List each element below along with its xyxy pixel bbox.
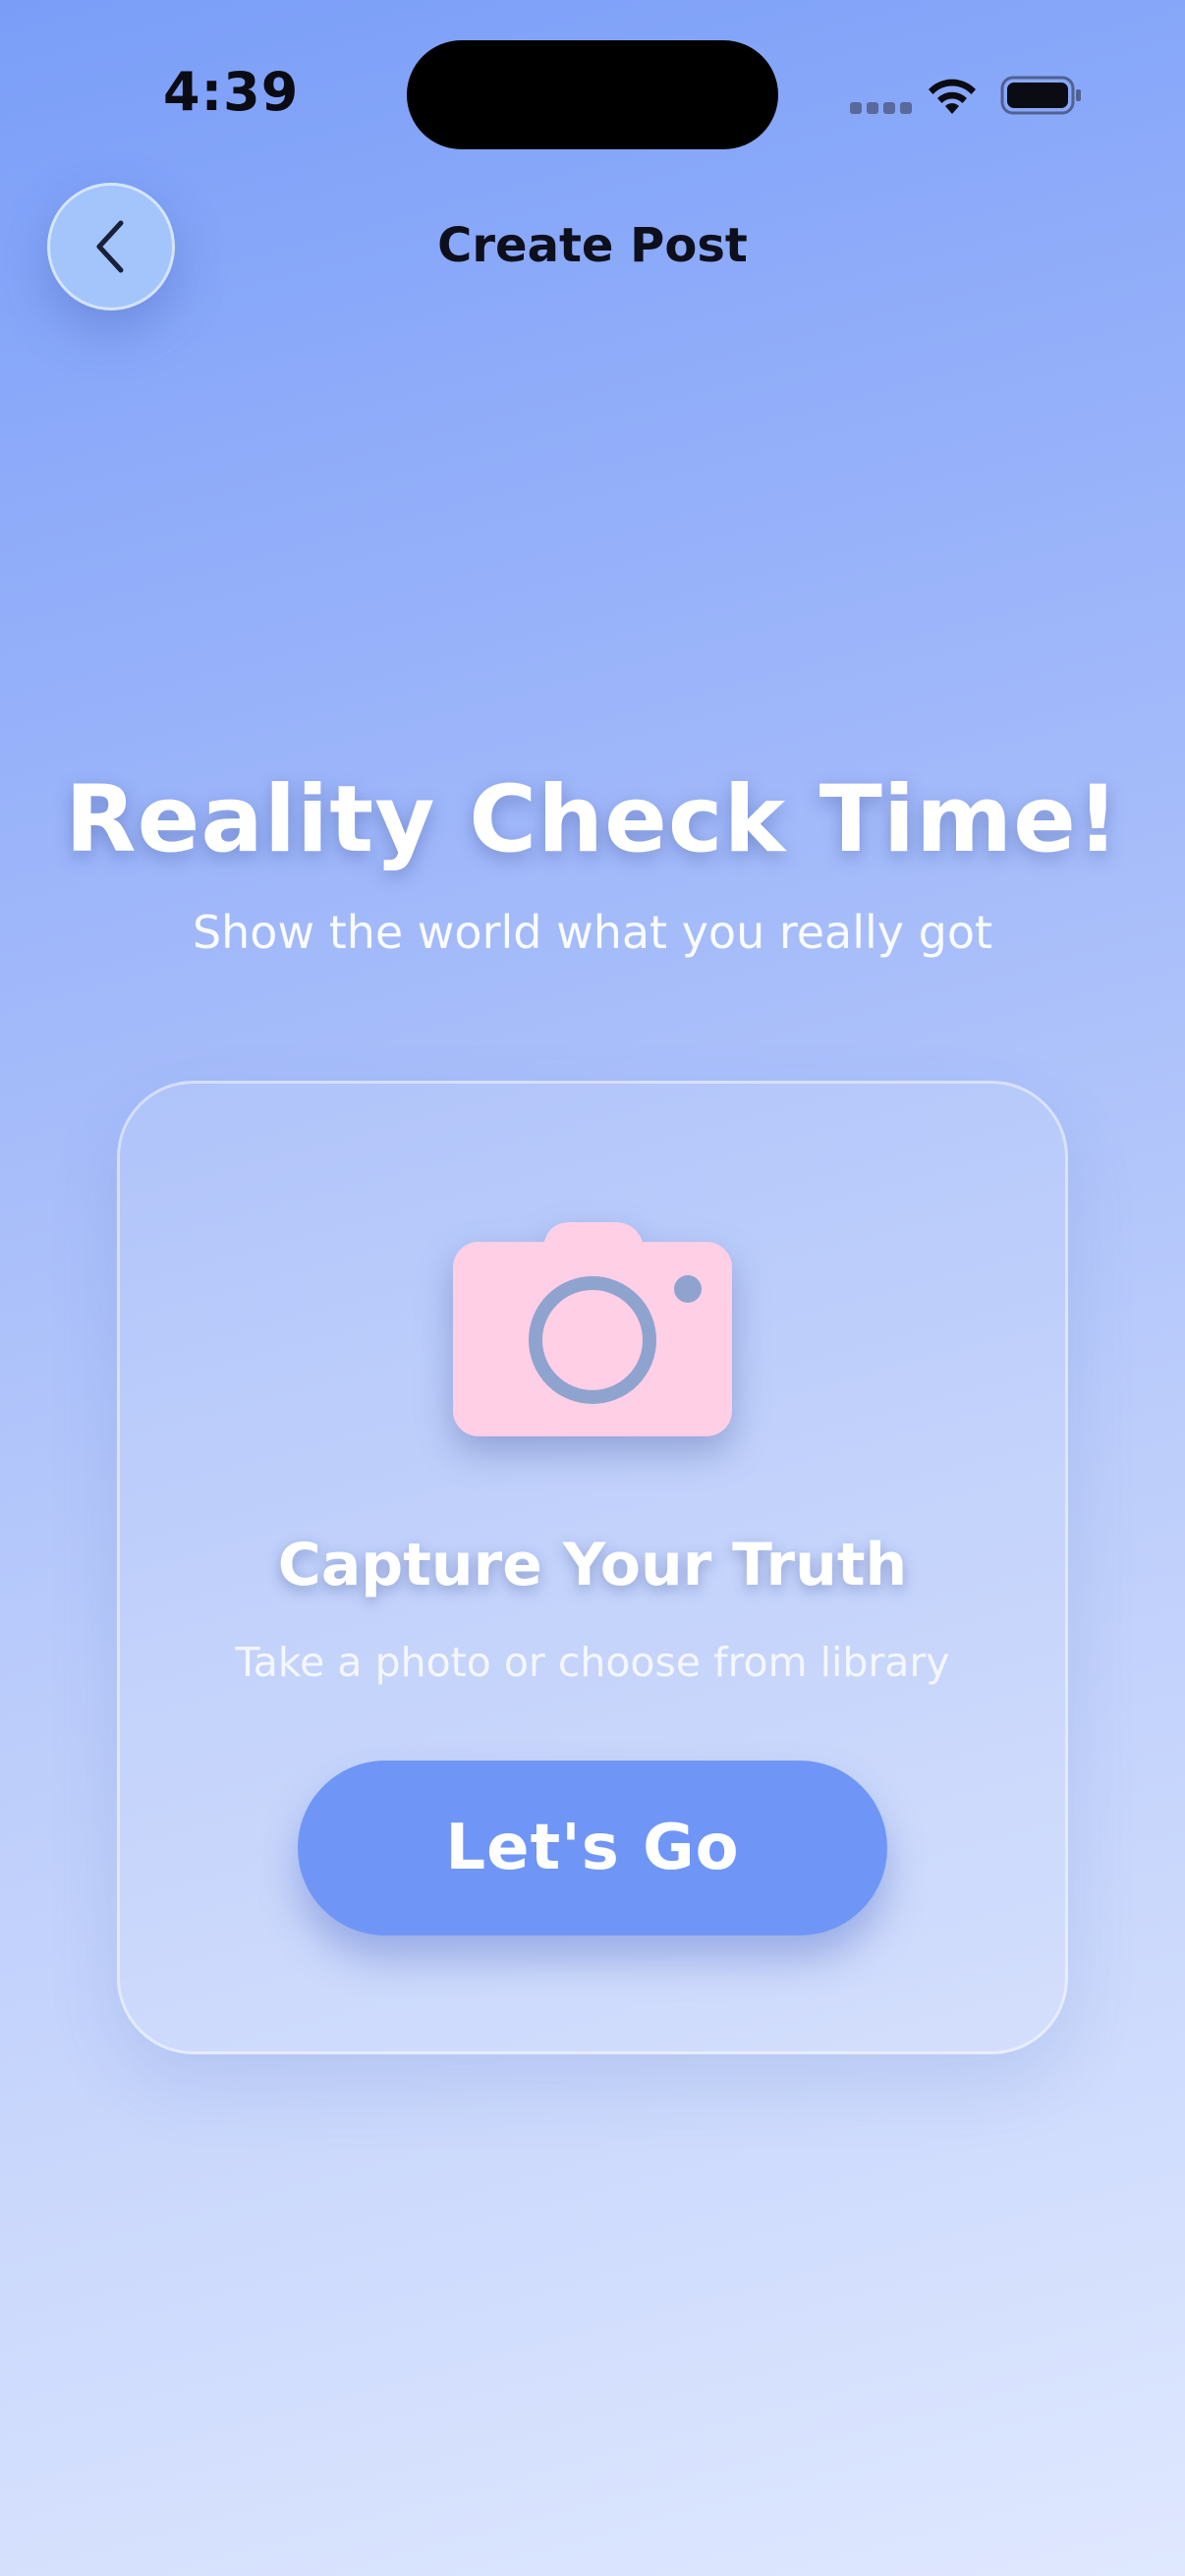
wifi-icon [929,79,976,114]
dynamic-island [407,40,778,149]
camera-icon [453,1222,732,1436]
create-post-screen: 4:39 Create Post Reality Check Time! Sho… [0,0,1185,2576]
card-subtitle: Take a photo or choose from library [235,1639,950,1686]
lets-go-button[interactable]: Let's Go [298,1761,887,1935]
status-time: 4:39 [163,61,300,123]
hero-subtitle: Show the world what you really got [192,906,993,959]
battery-icon [1000,76,1081,115]
card-title: Capture Your Truth [277,1531,908,1599]
hero-title: Reality Check Time! [65,766,1120,873]
page-title: Create Post [437,218,748,273]
signal-dots-icon [850,102,912,114]
